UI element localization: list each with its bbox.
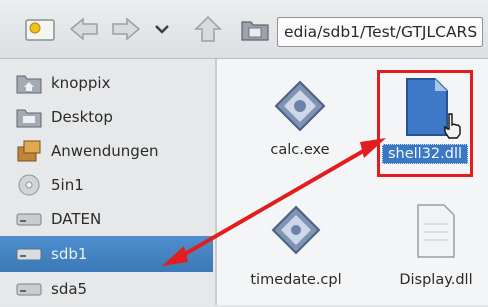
sidebar-item-label: Desktop <box>51 108 113 126</box>
drive-icon <box>16 241 42 267</box>
drive-icon <box>16 206 42 232</box>
file-item[interactable]: Display.dll <box>386 200 486 288</box>
location-folder-button[interactable] <box>238 14 272 44</box>
executable-icon <box>250 74 350 138</box>
sidebar-item-label: 5in1 <box>51 176 84 194</box>
desktop-folder-icon <box>16 104 42 130</box>
up-arrow-icon <box>194 15 222 42</box>
sidebar-item-knoppix[interactable]: knoppix <box>0 65 213 101</box>
file-label: timedate.cpl <box>250 272 342 288</box>
sidebar-item-label: sda5 <box>51 280 88 298</box>
file-item[interactable]: timedate.cpl <box>236 200 356 288</box>
history-dropdown-button[interactable] <box>150 14 174 44</box>
file-item[interactable]: calc.exe <box>250 74 350 158</box>
sidebar-item-label: sdb1 <box>51 245 88 263</box>
file-label: calc.exe <box>270 142 330 158</box>
sidebar-item-desktop[interactable]: Desktop <box>0 99 213 135</box>
sidebar-item-label: DATEN <box>51 210 102 228</box>
new-bookmark-button[interactable] <box>20 14 60 44</box>
sidebar-item-label: knoppix <box>51 74 111 92</box>
executable-icon <box>236 200 356 260</box>
places-sidebar: knoppix Desktop Anwendungen 5in1 DATEN s… <box>0 59 217 305</box>
forward-arrow-icon <box>112 17 141 41</box>
sidebar-item-anwendungen[interactable]: Anwendungen <box>0 133 213 169</box>
sidebar-item-label: Anwendungen <box>51 142 159 160</box>
annotation-highlight-box <box>377 70 473 177</box>
up-button[interactable] <box>190 14 226 44</box>
sidebar-item-5in1[interactable]: 5in1 <box>0 167 213 203</box>
file-label: Display.dll <box>399 272 473 288</box>
disc-icon <box>16 172 42 198</box>
back-button[interactable] <box>66 14 102 44</box>
sidebar-item-daten[interactable]: DATEN <box>0 201 213 237</box>
document-icon <box>386 200 486 262</box>
folder-icon <box>241 21 269 41</box>
sidebar-item-sdb1[interactable]: sdb1 <box>0 236 213 272</box>
toolbar: edia/sdb1/Test/GTJLCARS <box>0 0 488 59</box>
home-folder-icon <box>16 70 42 96</box>
sidebar-item-sda5[interactable]: sda5 <box>0 271 213 307</box>
forward-button[interactable] <box>108 14 144 44</box>
back-arrow-icon <box>69 17 98 41</box>
chevron-down-icon <box>155 25 169 34</box>
drive-icon <box>16 276 42 302</box>
bookmark-folder-icon <box>25 19 55 41</box>
path-bar[interactable]: edia/sdb1/Test/GTJLCARS <box>277 17 483 47</box>
applications-icon <box>16 138 42 164</box>
